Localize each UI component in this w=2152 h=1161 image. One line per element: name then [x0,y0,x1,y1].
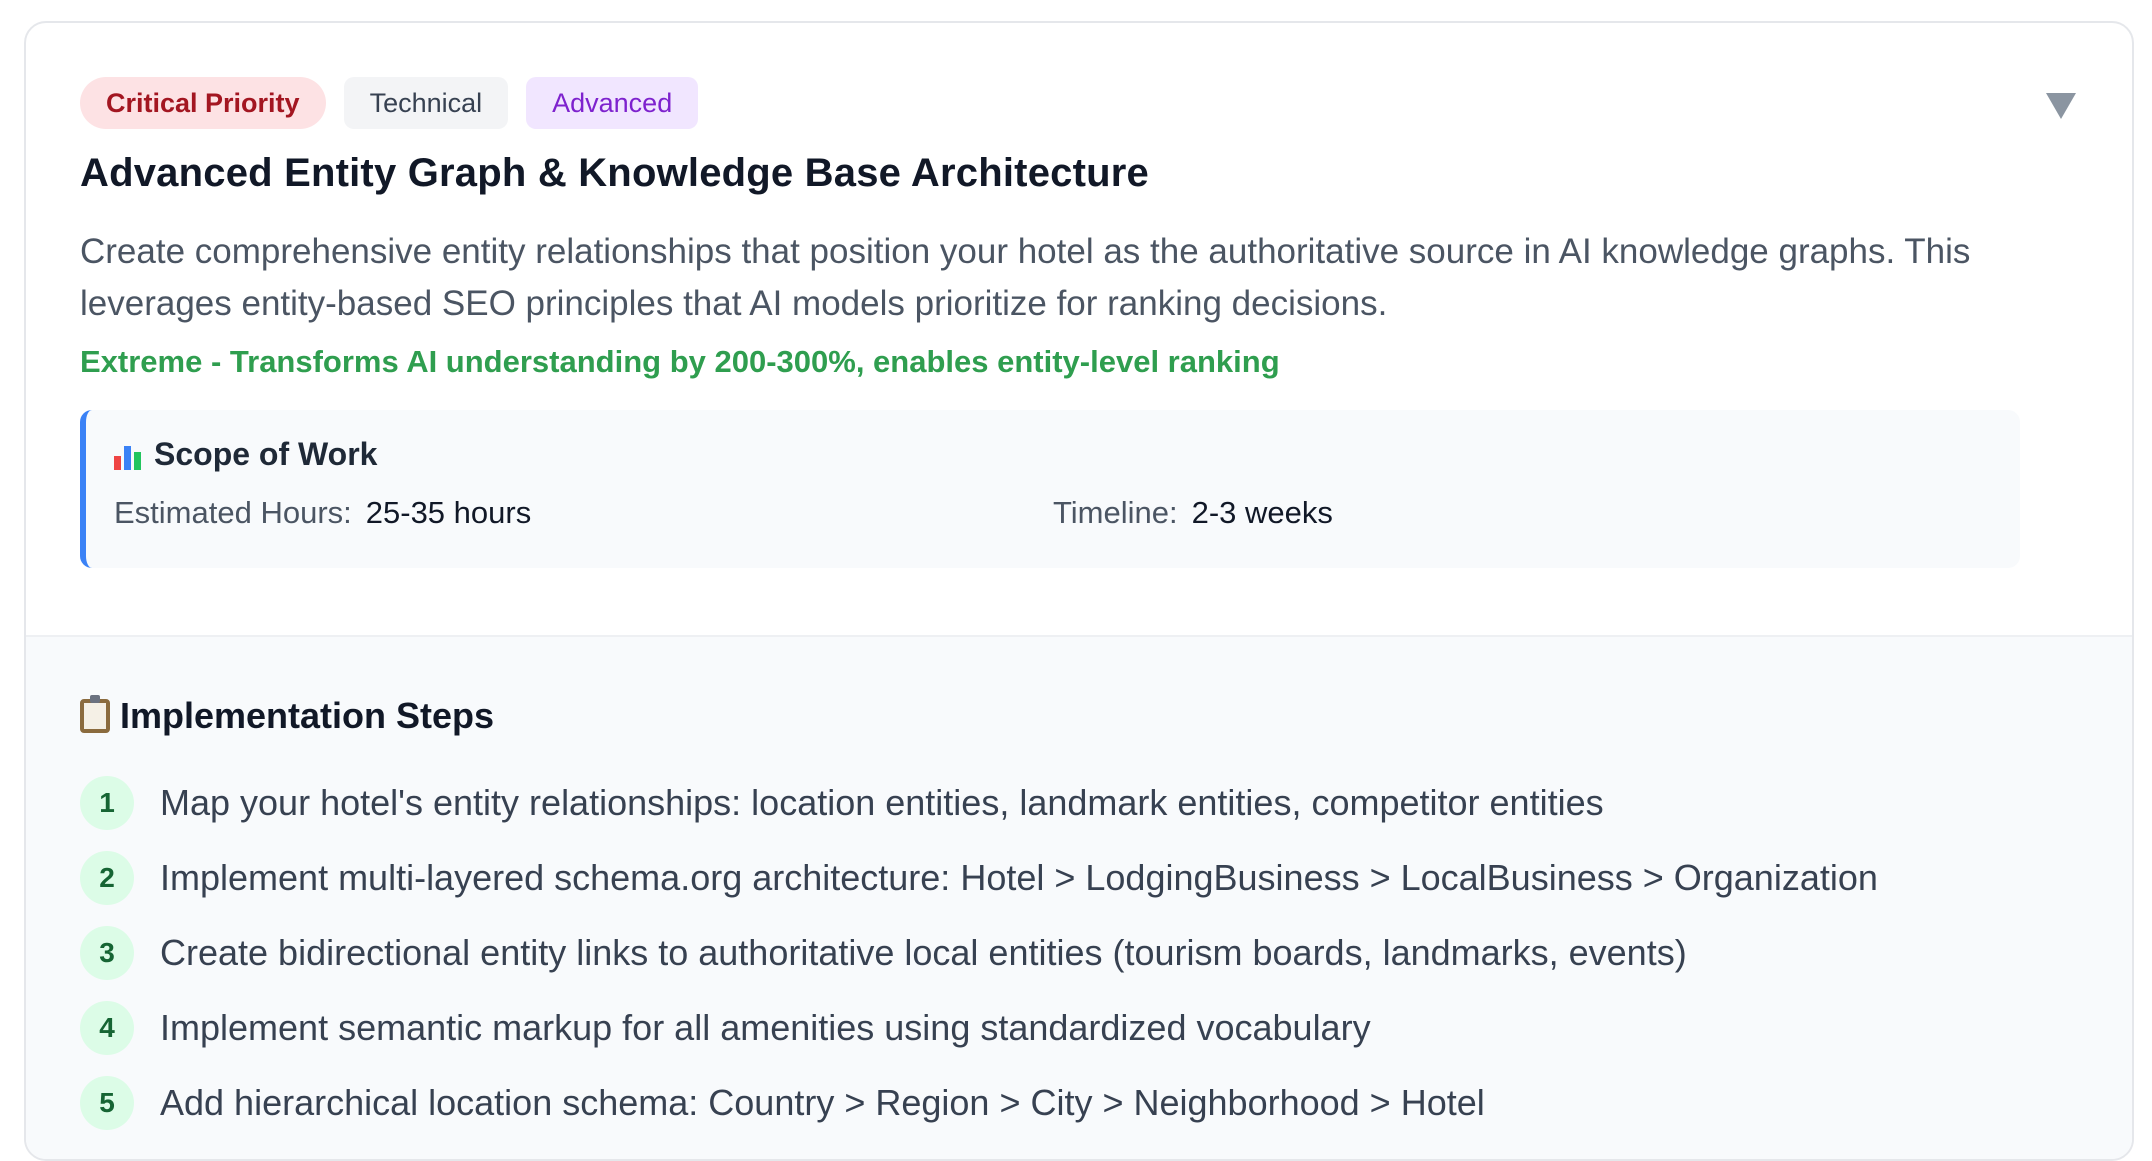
step-number: 2 [80,850,134,905]
step-item: 1 Map your hotel's entity relationships:… [80,765,2078,840]
step-item: 3 Create bidirectional entity links to a… [80,915,2078,990]
impact-text: Extreme - Transforms AI understanding by… [80,344,1280,379]
steps-list: 1 Map your hotel's entity relationships:… [80,765,2078,1140]
scope-of-work-panel: Scope of Work Estimated Hours: 25-35 hour… [80,410,2020,568]
card-description: Create comprehensive entity relationship… [80,232,1971,323]
hours-value: 25-35 hours [365,495,532,530]
scope-title-label: Scope of Work [154,436,378,472]
badge-row: Critical Priority Technical Advanced [80,77,2078,129]
step-text: Implement semantic markup for all amenit… [160,1006,1371,1048]
priority-badge: Critical Priority [80,77,326,129]
hours-label: Estimated Hours: [114,495,352,530]
steps-title-label: Implementation Steps [120,695,495,736]
timeline-value: 2-3 weeks [1191,495,1333,530]
step-text: Create bidirectional entity links to aut… [160,931,1687,973]
timeline-label: Timeline: [1053,495,1178,530]
steps-title: Implementation Steps [80,695,2078,737]
step-item: 5 Add hierarchical location schema: Coun… [80,1065,2078,1140]
collapse-toggle-icon[interactable] [2046,93,2076,119]
scope-details: Estimated Hours: 25-35 hours Timeline: 2-3… [114,495,1992,531]
recommendation-card: Critical Priority Technical Advanced Adv… [24,21,2134,1161]
step-item: 2 Implement multi-layered schema.org arc… [80,840,2078,915]
step-text: Map your hotel's entity relationships: l… [160,781,1604,823]
category-badge: Technical [343,77,509,129]
step-text: Add hierarchical location schema: Countr… [160,1081,1485,1123]
step-item: 4 Implement semantic markup for all amen… [80,990,2078,1065]
scope-title: Scope of Work [114,436,1992,473]
step-number: 3 [80,925,134,980]
estimated-hours: Estimated Hours: 25-35 hours [114,495,1053,531]
step-number: 4 [80,1000,134,1055]
step-text: Implement multi-layered schema.org archi… [160,856,1878,898]
implementation-steps-section: Implementation Steps 1 Map your hotel's … [26,635,2132,1159]
timeline: Timeline: 2-3 weeks [1053,495,1992,531]
level-badge: Advanced [526,77,699,129]
bar-chart-icon [114,440,144,470]
step-number: 5 [80,1075,134,1130]
clipboard-icon [80,695,110,733]
step-number: 1 [80,775,134,830]
card-header[interactable]: Critical Priority Technical Advanced Adv… [26,23,2132,635]
card-title: Advanced Entity Graph & Knowledge Base A… [80,151,1149,195]
